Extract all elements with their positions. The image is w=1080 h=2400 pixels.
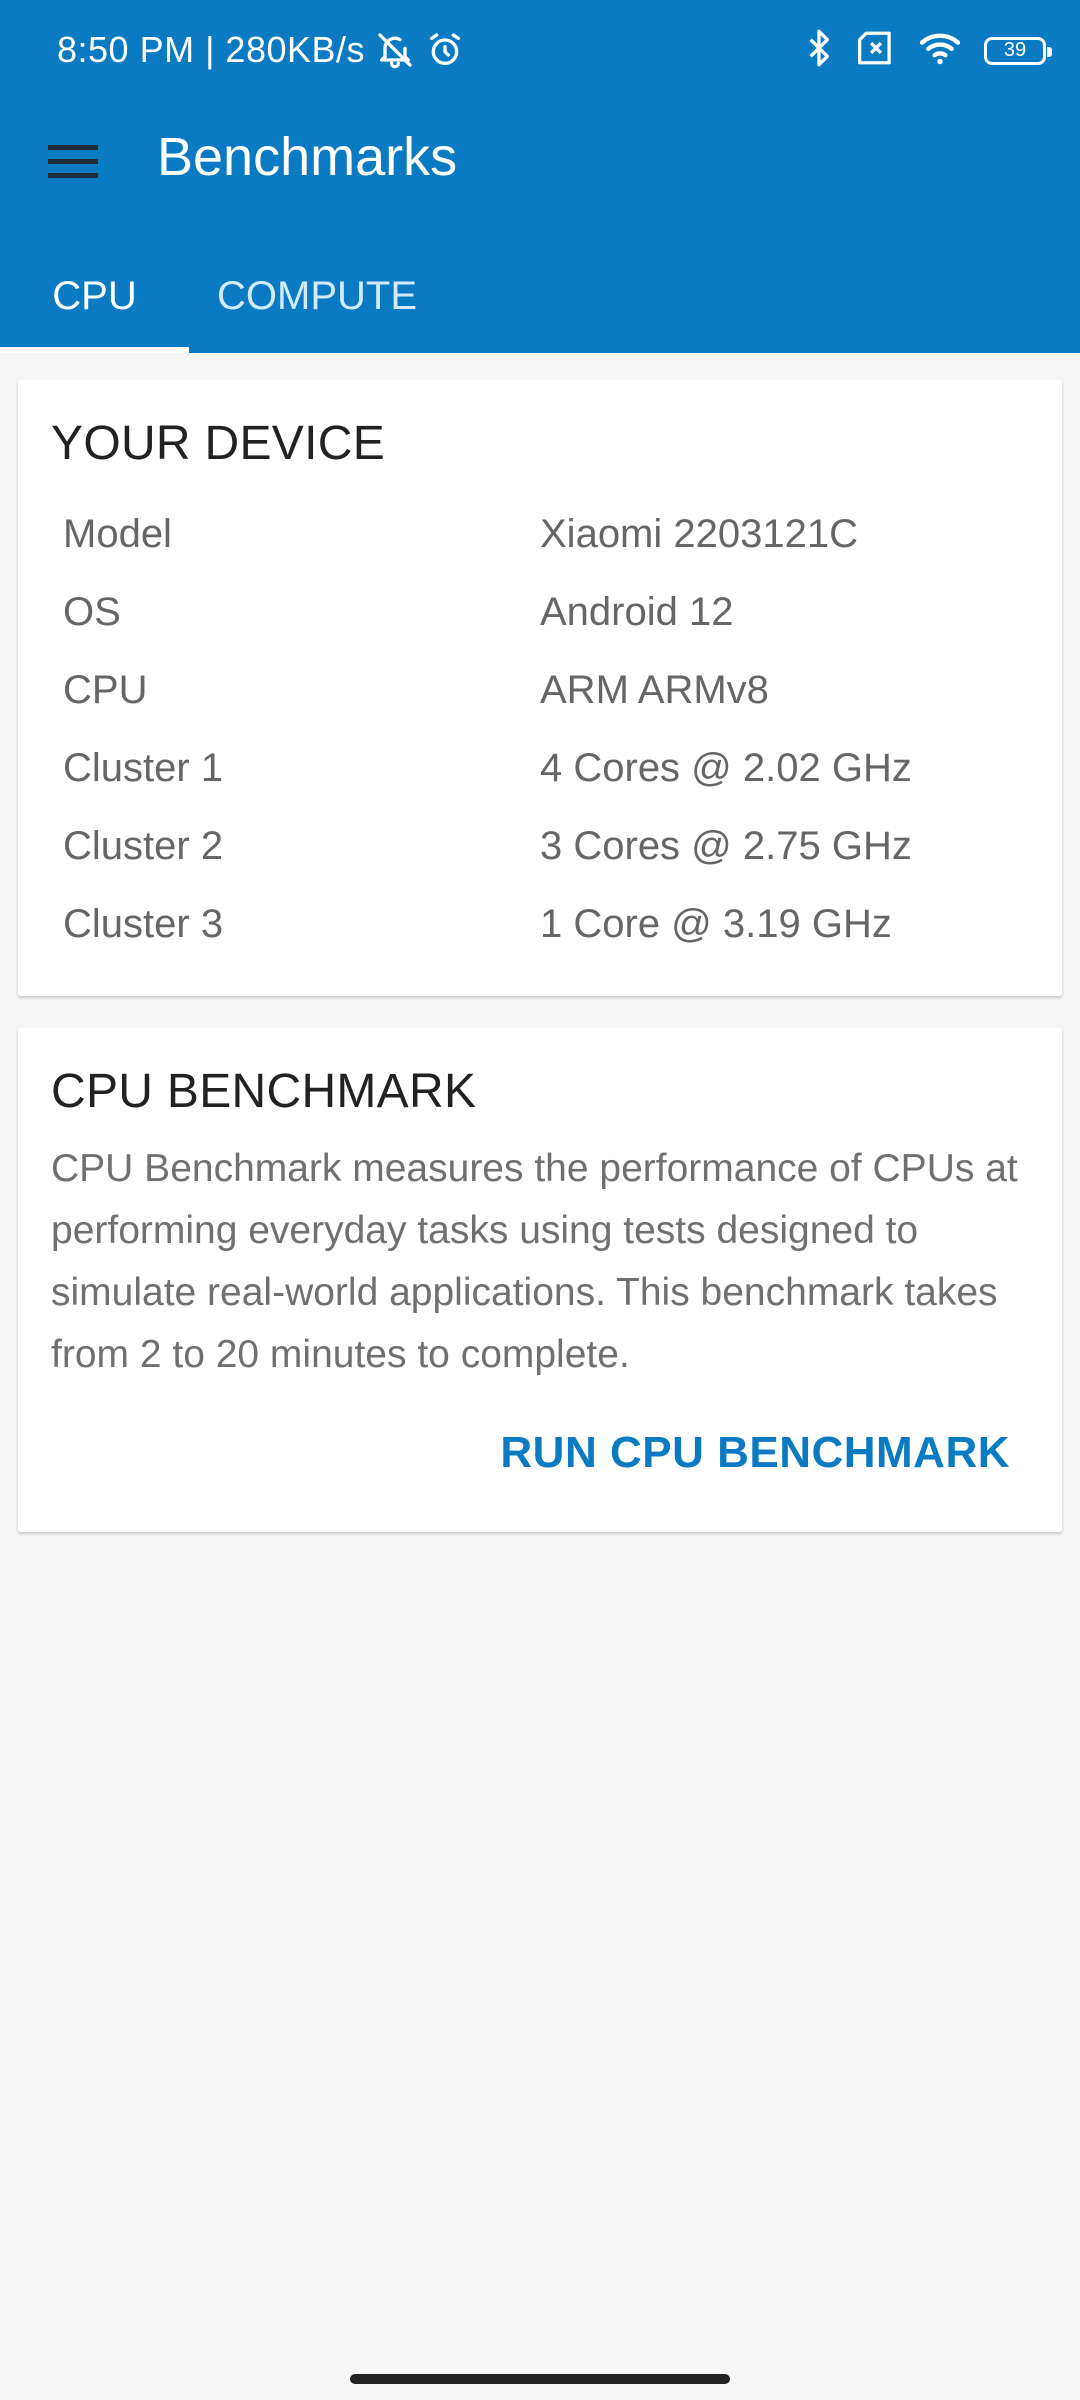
spec-key: Cluster 1 <box>63 746 224 790</box>
benchmark-card: CPU BENCHMARK CPU Benchmark measures the… <box>18 1028 1062 1532</box>
spec-value: Xiaomi 2203121C <box>540 512 858 556</box>
app-bar: 8:50 PM | 280KB/s 39 Benchmarks CPU COMP… <box>0 0 1080 353</box>
spec-value: 1 Core @ 3.19 GHz <box>540 902 892 946</box>
benchmark-description: CPU Benchmark measures the performance o… <box>51 1147 1018 1376</box>
status-left: 8:50 PM | 280KB/s <box>57 24 465 76</box>
tab-compute[interactable]: COMPUTE <box>189 240 445 353</box>
device-card: YOUR DEVICE Model Xiaomi 2203121C OS And… <box>18 380 1062 996</box>
bluetooth-icon <box>804 28 834 73</box>
tab-indicator <box>0 347 189 353</box>
run-cpu-benchmark-button[interactable]: RUN CPU BENCHMARK <box>500 1428 1010 1478</box>
spec-key: Cluster 2 <box>63 824 224 868</box>
spec-row-cluster-3: Cluster 3 1 Core @ 3.19 GHz <box>63 902 1043 962</box>
toolbar: Benchmarks <box>0 100 1080 220</box>
status-bar: 8:50 PM | 280KB/s 39 <box>0 0 1080 100</box>
status-right: 39 <box>804 28 1052 73</box>
spec-value: 3 Cores @ 2.75 GHz <box>540 824 912 868</box>
alarm-icon <box>425 30 465 70</box>
wifi-icon <box>918 30 962 71</box>
benchmark-card-title: CPU BENCHMARK <box>51 1065 477 1118</box>
no-sim-icon <box>856 30 896 71</box>
device-card-title: YOUR DEVICE <box>51 417 386 470</box>
status-time: 8:50 PM | 280KB/s <box>57 29 366 70</box>
tab-compute-label: COMPUTE <box>217 274 417 318</box>
spec-value: 4 Cores @ 2.02 GHz <box>540 746 912 790</box>
spec-key: CPU <box>63 668 148 712</box>
battery-level: 39 <box>1003 39 1027 61</box>
battery-icon: 39 <box>984 36 1052 65</box>
hamburger-menu-icon[interactable] <box>36 124 110 198</box>
mute-bell-icon <box>375 30 415 70</box>
spec-row-cpu: CPU ARM ARMv8 <box>63 668 1043 728</box>
home-indicator[interactable] <box>350 2374 730 2384</box>
tab-cpu[interactable]: CPU <box>0 240 189 353</box>
spec-key: Model <box>63 512 172 556</box>
spec-key: OS <box>63 590 121 634</box>
spec-row-cluster-2: Cluster 2 3 Cores @ 2.75 GHz <box>63 824 1043 884</box>
tab-bar: CPU COMPUTE <box>0 240 1080 353</box>
spec-key: Cluster 3 <box>63 902 224 946</box>
spec-row-cluster-1: Cluster 1 4 Cores @ 2.02 GHz <box>63 746 1043 806</box>
spec-row-model: Model Xiaomi 2203121C <box>63 512 1043 572</box>
spec-value: ARM ARMv8 <box>540 668 769 712</box>
tab-cpu-label: CPU <box>52 274 137 318</box>
page-title: Benchmarks <box>157 127 458 187</box>
spec-row-os: OS Android 12 <box>63 590 1043 650</box>
spec-value: Android 12 <box>540 590 734 634</box>
